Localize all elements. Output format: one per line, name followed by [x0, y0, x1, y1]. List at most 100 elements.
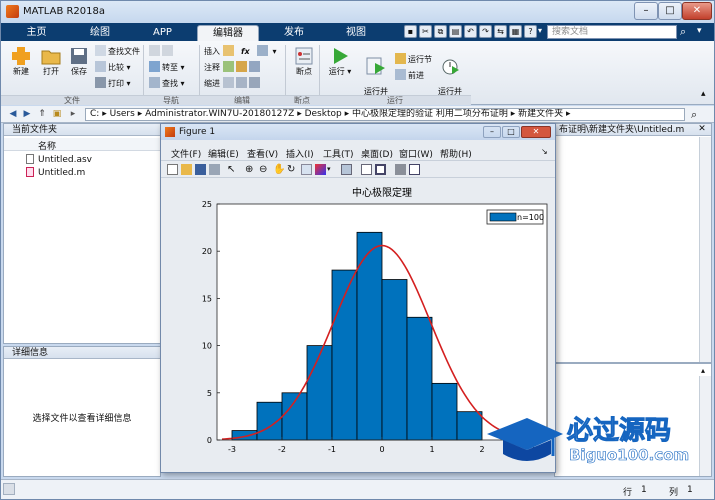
y-tick-label: 20	[202, 247, 212, 256]
print-figure-icon[interactable]	[209, 164, 220, 175]
tab-editor[interactable]: 编辑器	[197, 25, 259, 41]
menu-edit[interactable]: 编辑(E)	[208, 147, 239, 160]
quick-copy-icon[interactable]: ⧉	[434, 25, 447, 38]
new-figure-icon[interactable]	[167, 164, 178, 175]
run-section-button[interactable]: 运行节	[395, 53, 432, 66]
editor-close-icon[interactable]: ✕	[693, 124, 711, 136]
rotate-icon[interactable]: ↻	[287, 164, 298, 175]
show-plot-tools-icon[interactable]	[409, 164, 420, 175]
find-files-button[interactable]: 查找文件	[95, 45, 140, 58]
maximize-button[interactable]: □	[658, 2, 682, 20]
menu-tools[interactable]: 工具(T)	[323, 147, 354, 160]
menu-file[interactable]: 文件(F)	[171, 147, 201, 160]
path-dropdown-icon[interactable]: ▸	[67, 109, 79, 120]
quick-layout-icon[interactable]: ▦	[509, 25, 522, 38]
up-folder-icon[interactable]: ⇑	[36, 109, 48, 120]
address-bar: ◀ ▶ ⇑ ▣ ▸ C: ▸ Users ▸ Administrator.WIN…	[1, 106, 714, 123]
watermark: 必过源码 Biguo100.com	[485, 408, 715, 483]
path-separator: ▸	[344, 109, 350, 119]
quick-switch-icon[interactable]: ⇆	[494, 25, 507, 38]
run-button[interactable]: 运行 ▾	[323, 47, 357, 77]
path-segment[interactable]: C:	[90, 109, 99, 119]
menu-dock-icon[interactable]: ↘	[541, 147, 548, 156]
new-button[interactable]: 新建	[6, 47, 36, 77]
path-segment[interactable]: Users	[110, 109, 135, 119]
editor-scrollbar[interactable]	[699, 137, 711, 362]
path-segment[interactable]: 新建文件夹	[518, 109, 563, 119]
quick-cut-icon[interactable]: ✂	[419, 25, 432, 38]
tab-plots[interactable]: 绘图	[71, 25, 129, 41]
chart-legend[interactable]: n=100	[486, 209, 544, 225]
insert-legend-icon[interactable]	[375, 164, 386, 175]
path-segment[interactable]: Administrator.WIN7U-20180127Z	[145, 109, 294, 119]
menu-insert[interactable]: 插入(I)	[286, 147, 314, 160]
path-segment[interactable]: Desktop	[305, 109, 342, 119]
menu-view[interactable]: 查看(V)	[247, 147, 278, 160]
quick-redo-icon[interactable]: ↷	[479, 25, 492, 38]
tab-home[interactable]: 主页	[9, 25, 64, 41]
expand-toolstrip-icon[interactable]: ▾	[697, 25, 711, 39]
open-button[interactable]: 打开	[37, 47, 65, 77]
insert-button[interactable]: 插入	[204, 45, 236, 58]
menu-window[interactable]: 窗口(W)	[399, 147, 433, 160]
tab-view[interactable]: 视图	[327, 25, 385, 41]
x-tick-label: 0	[379, 445, 384, 454]
tab-apps[interactable]: APP	[135, 25, 190, 41]
run-label: 运行	[328, 67, 345, 76]
command-panel-collapse-icon[interactable]: ▴	[701, 366, 705, 375]
minimize-button[interactable]: –	[634, 2, 658, 20]
brush-dropdown-icon[interactable]: ▾	[327, 164, 338, 175]
path-search-icon[interactable]: ⌕	[691, 108, 697, 122]
forward-arrow-icon[interactable]: ▶	[21, 109, 33, 120]
compare-button[interactable]: 比较 ▾	[95, 61, 131, 74]
help-icon[interactable]: ?	[524, 25, 537, 38]
menu-desktop[interactable]: 桌面(D)	[361, 147, 393, 160]
histogram-bar	[456, 411, 483, 441]
search-dropdown-icon[interactable]: ▾	[538, 26, 542, 35]
quick-undo-icon[interactable]: ↶	[464, 25, 477, 38]
hide-plot-tools-icon[interactable]	[395, 164, 406, 175]
fx-extra-icon[interactable]: ▾	[257, 45, 277, 58]
find-button[interactable]: 查找 ▾	[149, 77, 185, 90]
quick-paste-icon[interactable]: ▤	[449, 25, 462, 38]
file-item[interactable]: Untitled.m	[26, 167, 85, 179]
link-plot-icon[interactable]	[341, 164, 352, 175]
brush-icon[interactable]	[315, 164, 326, 175]
editor-path-header: 布证明\新建文件夹\Untitled.m	[555, 124, 711, 136]
fx-button[interactable]: fx	[241, 45, 250, 58]
figure-maximize-button[interactable]: □	[502, 126, 520, 138]
collapse-ribbon-icon[interactable]: ▴	[701, 89, 706, 99]
file-item[interactable]: Untitled.asv	[26, 154, 92, 166]
function-browser-icon	[257, 45, 268, 56]
save-figure-icon[interactable]	[195, 164, 206, 175]
comment-button[interactable]: 注释	[204, 61, 262, 74]
indent-button[interactable]: 缩进	[204, 77, 262, 90]
save-button[interactable]: 保存	[65, 47, 93, 77]
print-button[interactable]: 打印 ▾	[95, 77, 131, 90]
breakpoints-button[interactable]: 断点	[289, 47, 319, 77]
tab-publish[interactable]: 发布	[265, 25, 323, 41]
zoom-out-icon[interactable]: ⊖	[259, 164, 270, 175]
quick-save-icon[interactable]: ▪	[404, 25, 417, 38]
search-icon[interactable]: ⌕	[680, 25, 694, 39]
nav-back-button[interactable]	[149, 45, 175, 58]
data-cursor-icon[interactable]	[301, 164, 312, 175]
browse-folder-icon[interactable]: ▣	[51, 109, 63, 120]
open-file-icon[interactable]	[181, 164, 192, 175]
name-column-header[interactable]: 名称	[38, 139, 56, 152]
menu-help[interactable]: 帮助(H)	[440, 147, 472, 160]
figure-minimize-button[interactable]: –	[483, 126, 501, 138]
insert-colorbar-icon[interactable]	[361, 164, 372, 175]
advance-button[interactable]: 前进	[395, 69, 424, 82]
back-arrow-icon[interactable]: ◀	[7, 109, 19, 120]
figure-menu-bar: 文件(F) 编辑(E) 查看(V) 插入(I) 工具(T) 桌面(D) 窗口(W…	[161, 145, 555, 160]
edit-plot-icon[interactable]: ↖	[227, 164, 238, 175]
pan-icon[interactable]: ✋	[273, 164, 285, 175]
figure-close-button[interactable]: ✕	[521, 126, 551, 138]
path-segment[interactable]: 中心极限定理的验证 利用二项分布证明	[352, 109, 508, 119]
zoom-in-icon[interactable]: ⊕	[245, 164, 256, 175]
close-button[interactable]: ✕	[682, 2, 712, 20]
search-documentation-input[interactable]: 搜索文档	[547, 25, 677, 39]
goto-button[interactable]: 转至 ▾	[149, 61, 185, 74]
current-folder-path[interactable]: C: ▸ Users ▸ Administrator.WIN7U-2018012…	[85, 108, 685, 121]
